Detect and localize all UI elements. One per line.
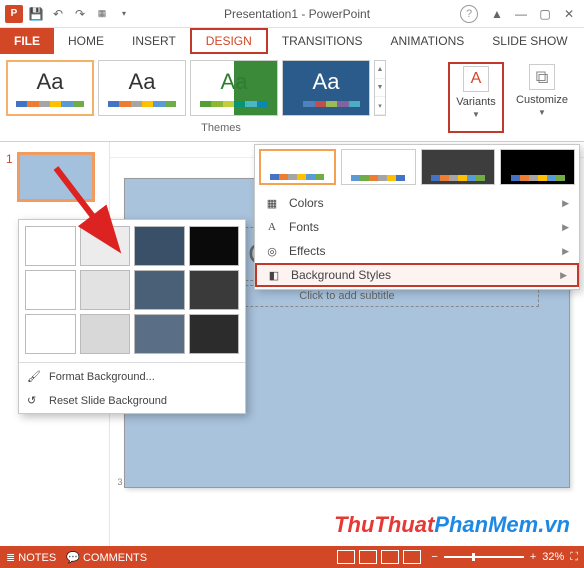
theme-sample-text: Aa xyxy=(37,69,64,95)
colors-icon: ▦ xyxy=(265,196,279,210)
item-label: Reset Slide Background xyxy=(49,395,167,407)
bg-style-swatch[interactable] xyxy=(80,314,131,354)
theme-sample-text: Aa xyxy=(129,69,156,95)
undo-icon[interactable]: ↶ xyxy=(48,4,68,24)
reading-view-button[interactable] xyxy=(381,550,399,564)
tab-slideshow[interactable]: SLIDE SHOW xyxy=(478,28,581,54)
window-title: Presentation1 - PowerPoint xyxy=(134,7,460,21)
themes-scroll[interactable]: ▲▼▾ xyxy=(374,60,386,116)
theme-swatch[interactable]: Aa xyxy=(6,60,94,116)
minimize-icon[interactable]: — xyxy=(510,4,532,24)
customize-icon: ⧉ xyxy=(529,64,555,90)
tab-transitions[interactable]: TRANSITIONS xyxy=(268,28,377,54)
format-background-item[interactable]: 🖌 Format Background... xyxy=(19,365,245,389)
variant-swatch[interactable] xyxy=(421,149,496,185)
theme-swatch[interactable]: Aa xyxy=(190,60,278,116)
ribbon-tabs: FILE HOME INSERT DESIGN TRANSITIONS ANIM… xyxy=(0,28,584,54)
bg-style-swatch[interactable] xyxy=(134,226,185,266)
bg-style-swatch[interactable] xyxy=(189,270,240,310)
variant-swatch[interactable] xyxy=(500,149,575,185)
zoom-in-button[interactable]: + xyxy=(530,551,536,563)
variant-swatch[interactable] xyxy=(259,149,336,185)
item-label: Format Background... xyxy=(49,371,155,383)
item-label: Fonts xyxy=(289,220,319,234)
qat-more-icon[interactable]: ▾ xyxy=(114,4,134,24)
themes-group-label: Themes xyxy=(4,118,438,134)
zoom-slider[interactable] xyxy=(444,556,524,558)
help-icon[interactable]: ? xyxy=(460,5,478,23)
sorter-view-button[interactable] xyxy=(359,550,377,564)
app-icon: P xyxy=(4,4,24,24)
redo-icon[interactable]: ↷ xyxy=(70,4,90,24)
tab-file[interactable]: FILE xyxy=(0,28,54,54)
theme-sample-text: Aa xyxy=(221,69,248,95)
slide-number: 1 xyxy=(6,152,13,202)
variants-effects-item[interactable]: ◎ Effects ▶ xyxy=(255,239,579,263)
save-icon[interactable]: 💾 xyxy=(26,4,46,24)
tab-animations[interactable]: ANIMATIONS xyxy=(376,28,478,54)
bg-style-swatch[interactable] xyxy=(80,270,131,310)
watermark: ThuThuatPhanMem.vn xyxy=(334,512,570,538)
fonts-icon: A xyxy=(265,220,279,234)
item-label: Colors xyxy=(289,196,324,210)
reset-bg-icon: ↺ xyxy=(27,394,41,408)
ribbon-collapse-icon[interactable]: ▲ xyxy=(486,4,508,24)
tab-design[interactable]: DESIGN xyxy=(190,28,268,54)
item-label: Effects xyxy=(289,244,325,258)
chevron-right-icon: ▶ xyxy=(560,270,567,281)
annotation-arrow xyxy=(48,160,138,270)
reset-slide-background-item[interactable]: ↺ Reset Slide Background xyxy=(19,389,245,413)
format-bg-icon: 🖌 xyxy=(27,370,41,384)
normal-view-button[interactable] xyxy=(337,550,355,564)
zoom-level[interactable]: 32% xyxy=(542,551,564,563)
bgstyles-icon: ◧ xyxy=(267,268,281,282)
chevron-right-icon: ▶ xyxy=(562,198,569,209)
chevron-right-icon: ▶ xyxy=(562,222,569,233)
chevron-down-icon: ▼ xyxy=(538,108,546,117)
variants-background-styles-item[interactable]: ◧ Background Styles ▶ xyxy=(255,263,579,287)
variants-button[interactable]: A Variants ▼ xyxy=(448,62,504,133)
bg-style-swatch[interactable] xyxy=(25,314,76,354)
customize-label: Customize xyxy=(516,94,568,106)
theme-swatch[interactable]: Aa xyxy=(282,60,370,116)
bg-style-swatch[interactable] xyxy=(25,270,76,310)
variants-dropdown: ▦ Colors ▶ A Fonts ▶ ◎ Effects ▶ ◧ Backg… xyxy=(254,144,580,290)
slideshow-view-button[interactable] xyxy=(403,550,421,564)
notes-toggle[interactable]: ≣ NOTES xyxy=(6,551,56,564)
chevron-down-icon: ▼ xyxy=(472,110,480,119)
zoom-out-button[interactable]: − xyxy=(431,551,437,563)
bg-style-swatch[interactable] xyxy=(189,226,240,266)
comments-toggle[interactable]: 💬 COMMENTS xyxy=(66,551,147,564)
variants-icon: A xyxy=(463,66,489,92)
start-slideshow-icon[interactable]: ▦ xyxy=(92,4,112,24)
theme-swatch[interactable]: Aa xyxy=(98,60,186,116)
customize-button[interactable]: ⧉ Customize ▼ xyxy=(514,62,570,133)
chevron-right-icon: ▶ xyxy=(562,246,569,257)
bg-style-swatch[interactable] xyxy=(189,314,240,354)
tab-home[interactable]: HOME xyxy=(54,28,118,54)
variants-colors-item[interactable]: ▦ Colors ▶ xyxy=(255,191,579,215)
close-icon[interactable]: ✕ xyxy=(558,4,580,24)
variants-fonts-item[interactable]: A Fonts ▶ xyxy=(255,215,579,239)
status-bar: ≣ NOTES 💬 COMMENTS − + 32% ⛶ xyxy=(0,546,584,568)
variant-swatch[interactable] xyxy=(341,149,416,185)
bg-style-swatch[interactable] xyxy=(134,270,185,310)
effects-icon: ◎ xyxy=(265,244,279,258)
fit-to-window-button[interactable]: ⛶ xyxy=(570,551,578,564)
theme-sample-text: Aa xyxy=(313,69,340,95)
tab-insert[interactable]: INSERT xyxy=(118,28,190,54)
variants-label: Variants xyxy=(456,96,496,108)
item-label: Background Styles xyxy=(291,268,391,282)
restore-icon[interactable]: ▢ xyxy=(534,4,556,24)
bg-style-swatch[interactable] xyxy=(134,314,185,354)
